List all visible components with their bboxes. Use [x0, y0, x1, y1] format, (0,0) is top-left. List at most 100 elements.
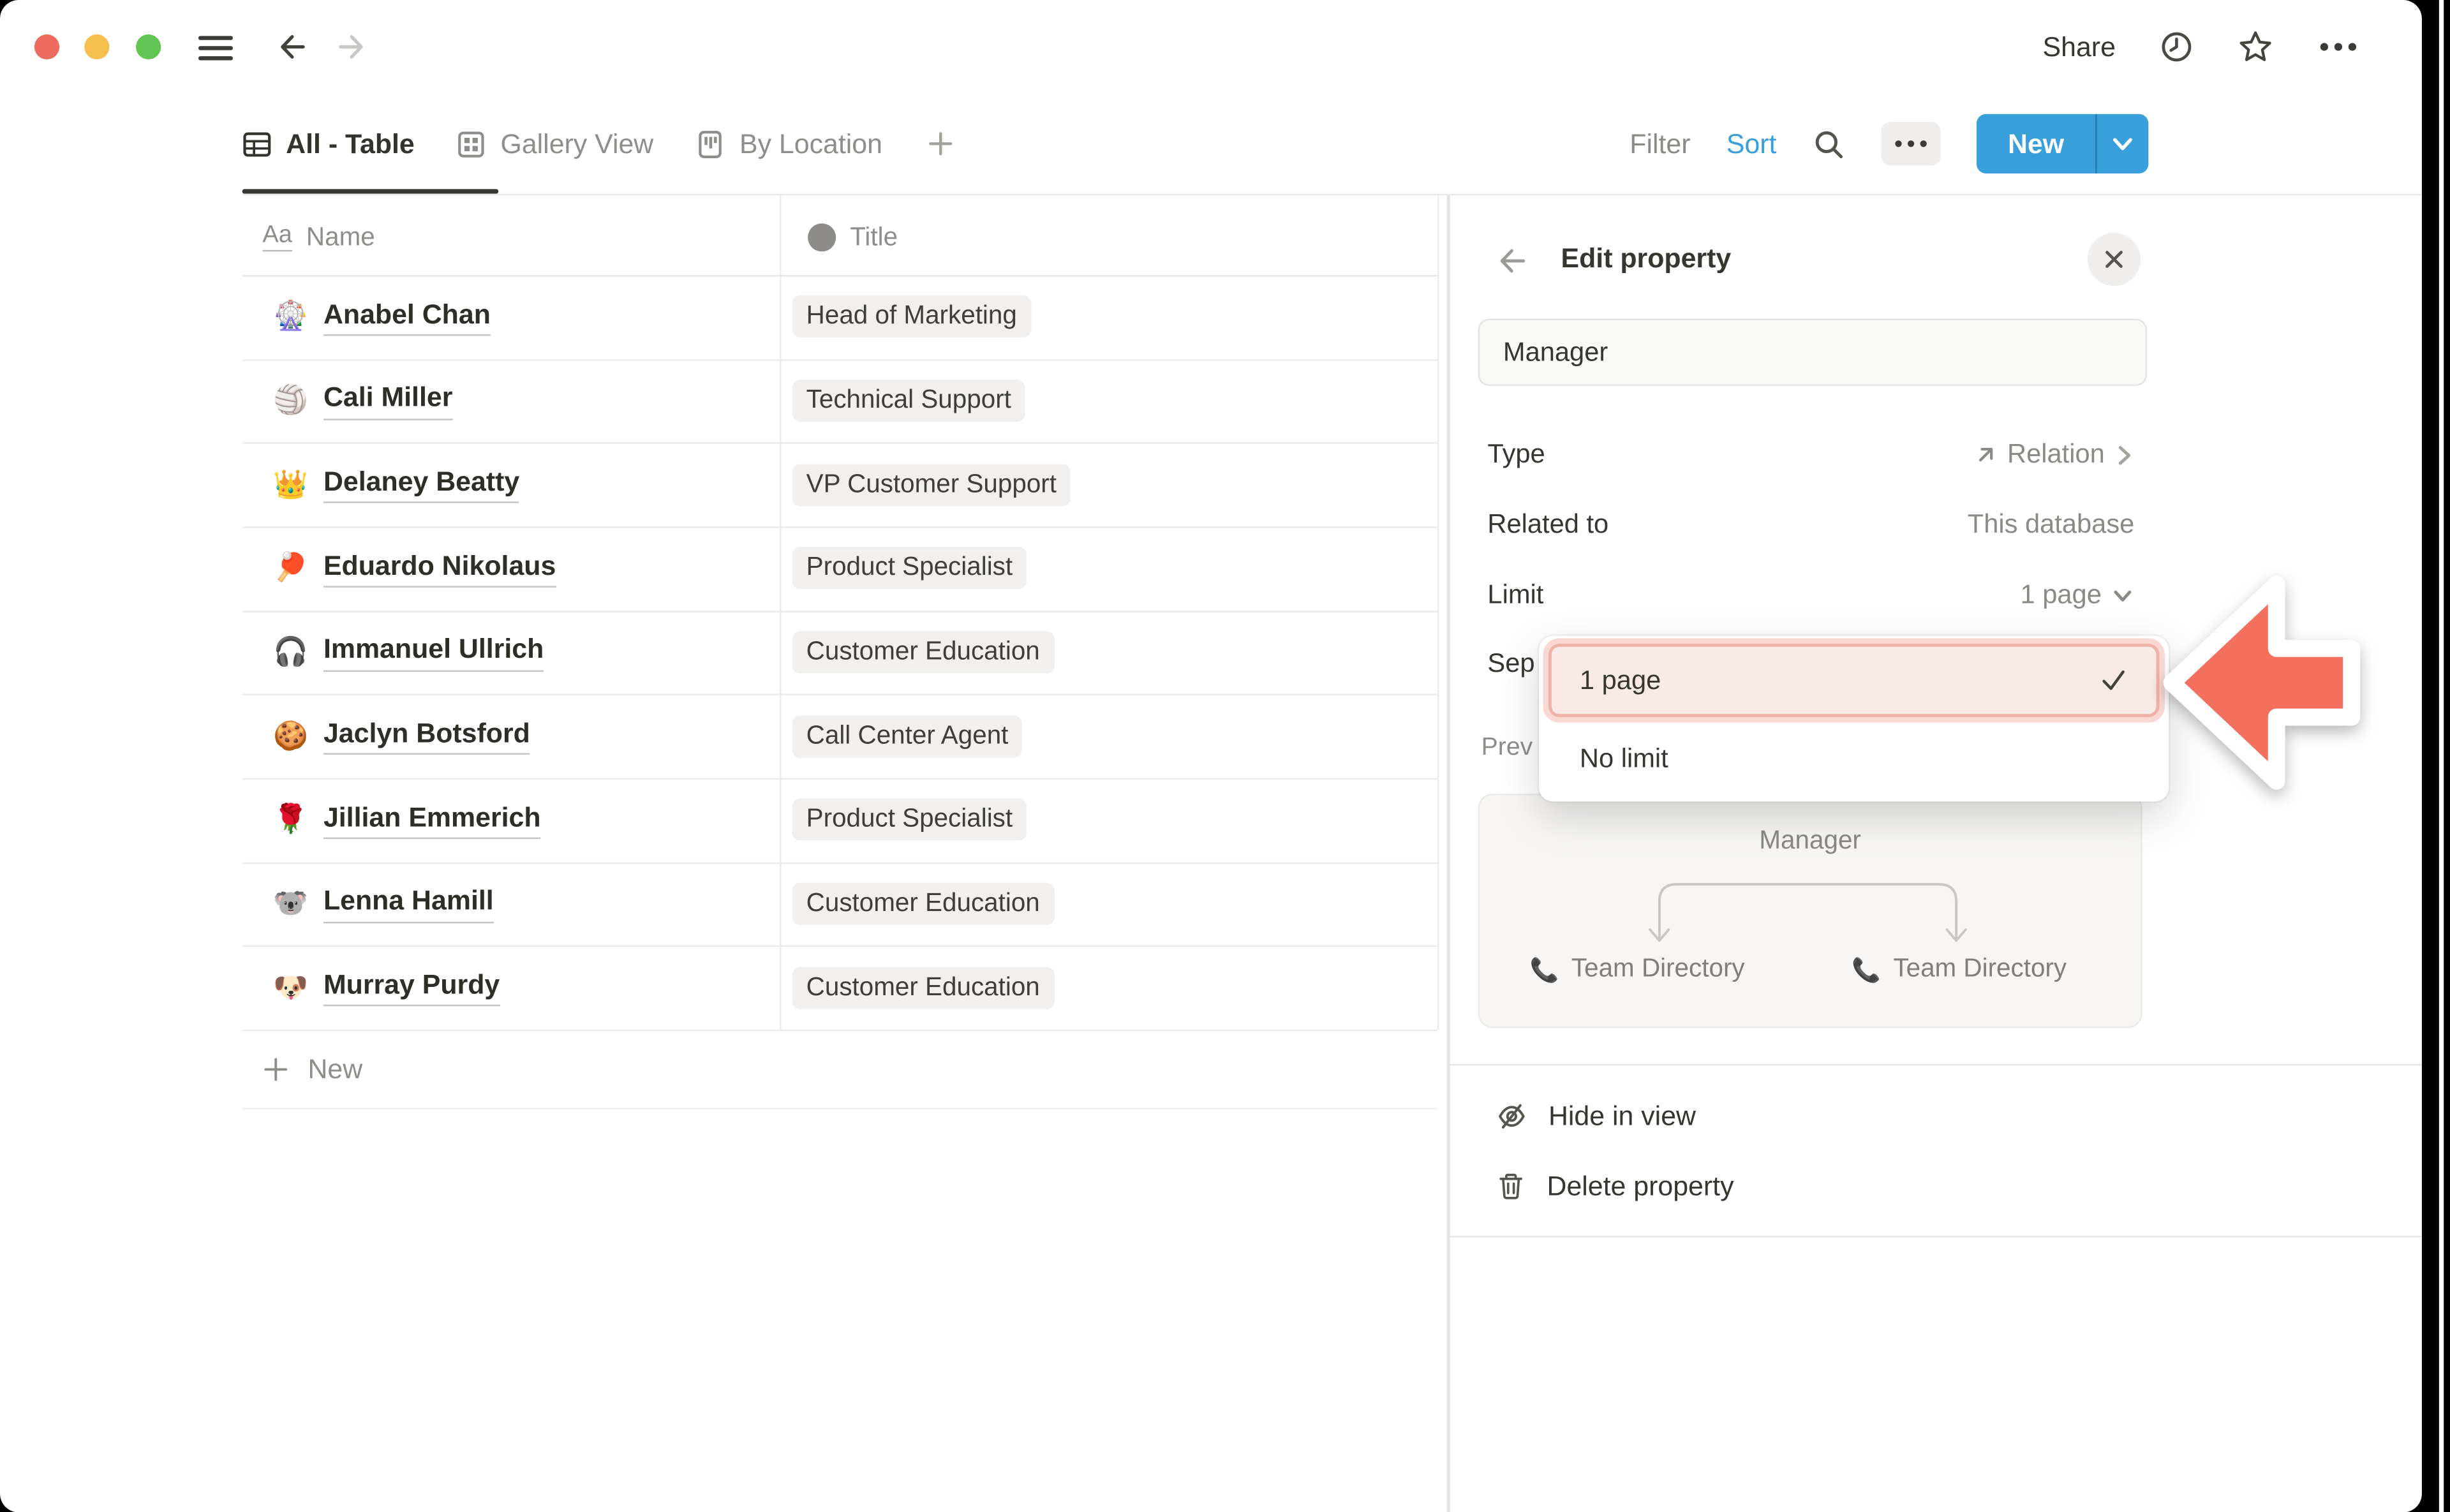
hide-in-view-button[interactable]: Hide in view: [1496, 1086, 1696, 1145]
plus-icon: [924, 128, 956, 159]
table-row[interactable]: 🏓 Eduardo Nikolaus Product Specialist: [242, 526, 1437, 612]
table-row[interactable]: 🏐 Cali Miller Technical Support: [242, 359, 1437, 445]
eye-off-icon: [1496, 1099, 1528, 1132]
page-name-link[interactable]: Delaney Beatty: [323, 466, 519, 504]
column-divider[interactable]: [1437, 195, 1439, 1030]
title-tag[interactable]: VP Customer Support: [792, 463, 1071, 505]
chevron-down-icon: [2111, 135, 2135, 152]
title-tag[interactable]: Head of Marketing: [792, 296, 1031, 338]
traffic-light-close-button[interactable]: [34, 34, 59, 59]
forward-button[interactable]: [336, 31, 369, 63]
tab-by-location[interactable]: By Location: [695, 128, 882, 160]
screen-edge-highlight: [2439, 0, 2444, 1512]
table-row[interactable]: 👑 Delaney Beatty VP Customer Support: [242, 443, 1437, 528]
add-view-button[interactable]: [924, 128, 956, 159]
column-header-label: Name: [306, 223, 375, 253]
traffic-light-minimize-button[interactable]: [84, 34, 109, 59]
clipped-preview-label: Prev: [1481, 734, 1533, 762]
property-name-input[interactable]: [1478, 319, 2147, 386]
property-row-type[interactable]: Type Relation: [1487, 431, 2134, 478]
plus-icon: [262, 1055, 289, 1082]
panel-close-button[interactable]: [2088, 233, 2141, 286]
page-name-link[interactable]: Cali Miller: [323, 382, 452, 420]
page-emoji-icon: 🏐: [271, 385, 311, 417]
sort-button[interactable]: Sort: [1726, 128, 1777, 160]
property-row-limit[interactable]: Limit 1 page: [1487, 572, 2134, 618]
page-name-link[interactable]: Murray Purdy: [323, 968, 500, 1007]
table-row[interactable]: 🎧 Immanuel Ullrich Customer Education: [242, 611, 1437, 696]
title-tag[interactable]: Product Specialist: [792, 799, 1027, 841]
page-emoji-icon: 🐶: [271, 971, 311, 1004]
option-label: 1 page: [1580, 665, 1661, 696]
select-property-icon: [808, 223, 836, 251]
close-icon: [2103, 248, 2125, 270]
table-row[interactable]: 🐶 Murray Purdy Customer Education: [242, 945, 1437, 1031]
page-name-link[interactable]: Immanuel Ullrich: [323, 634, 544, 672]
page-name-link[interactable]: Eduardo Nikolaus: [323, 549, 556, 588]
panel-back-button[interactable]: [1496, 245, 1528, 276]
tab-all-table[interactable]: All - Table: [242, 128, 415, 160]
title-tag[interactable]: Customer Education: [792, 967, 1054, 1009]
title-tag[interactable]: Call Center Agent: [792, 715, 1023, 757]
title-tag[interactable]: Customer Education: [792, 883, 1054, 925]
title-tag[interactable]: Technical Support: [792, 380, 1025, 422]
page-emoji-icon: 🌹: [271, 804, 311, 836]
property-label: Limit: [1487, 580, 1543, 611]
table-row[interactable]: 🌹 Jillian Emmerich Product Specialist: [242, 778, 1437, 864]
traffic-light-zoom-button[interactable]: [136, 34, 161, 59]
chevron-down-icon: [2111, 584, 2135, 607]
table-row[interactable]: 🍪 Jaclyn Botsford Call Center Agent: [242, 694, 1437, 780]
relation-preview: Manager 📞 Team Directory 📞 Team Director…: [1478, 794, 2142, 1028]
tab-label: Gallery View: [500, 128, 653, 160]
phone-icon: 📞: [1530, 956, 1559, 984]
back-arrow-icon: [275, 31, 308, 63]
page-name-link[interactable]: Anabel Chan: [323, 298, 491, 336]
tab-label: All - Table: [286, 128, 415, 160]
table-row[interactable]: 🎡 Anabel Chan Head of Marketing: [242, 275, 1437, 360]
title-tag[interactable]: Customer Education: [792, 631, 1054, 673]
page-name-link[interactable]: Jillian Emmerich: [323, 801, 541, 839]
table-row[interactable]: 🐨 Lenna Hamill Customer Education: [242, 862, 1437, 947]
search-icon: [1813, 128, 1845, 160]
property-label: Related to: [1487, 509, 1608, 540]
new-button[interactable]: New: [1977, 114, 2148, 174]
limit-dropdown-menu: 1 page No limit: [1539, 636, 2169, 802]
new-button-dropdown[interactable]: [2097, 114, 2149, 174]
more-options-button[interactable]: [2317, 31, 2359, 63]
ellipsis-icon: [1894, 138, 1928, 151]
search-button[interactable]: [1813, 128, 1845, 160]
property-value: Relation: [2007, 439, 2105, 470]
toolbar-divider: [242, 194, 2422, 195]
preview-root-label: Manager: [1480, 827, 2141, 857]
hamburger-icon: [197, 31, 235, 64]
page-emoji-icon: 🐨: [271, 887, 311, 920]
column-header-name[interactable]: Aa Name: [262, 200, 375, 275]
sidebar-menu-button[interactable]: [197, 31, 235, 64]
add-row-button[interactable]: New: [242, 1030, 1437, 1109]
active-tab-underline: [242, 189, 499, 193]
property-value: This database: [1968, 509, 2135, 540]
property-row-related-to[interactable]: Related to This database: [1487, 501, 2134, 548]
page-name-link[interactable]: Jaclyn Botsford: [323, 717, 530, 755]
back-arrow-icon: [1496, 245, 1528, 276]
dropdown-option-1-page[interactable]: 1 page: [1548, 644, 2160, 717]
delete-property-button[interactable]: Delete property: [1496, 1156, 1734, 1215]
dropdown-option-no-limit[interactable]: No limit: [1548, 725, 2160, 794]
updates-button[interactable]: [2159, 30, 2194, 64]
favorite-button[interactable]: [2238, 30, 2273, 64]
action-label: Hide in view: [1548, 1099, 1696, 1132]
back-button[interactable]: [275, 31, 308, 63]
app-window: Share: [0, 0, 2422, 1512]
table-view-icon: [242, 129, 272, 159]
share-button[interactable]: Share: [2043, 31, 2116, 63]
column-header-title[interactable]: Title: [808, 200, 898, 275]
annotation-arrow: [2161, 572, 2367, 794]
page-name-link[interactable]: Lenna Hamill: [323, 885, 494, 923]
title-tag[interactable]: Product Specialist: [792, 547, 1027, 589]
connector-lines: [1642, 867, 1973, 951]
column-header-label: Title: [850, 223, 898, 253]
view-options-button[interactable]: [1882, 122, 1941, 166]
panel-section-divider: [1447, 1064, 2422, 1065]
tab-gallery-view[interactable]: Gallery View: [457, 128, 653, 160]
filter-button[interactable]: Filter: [1630, 128, 1690, 160]
